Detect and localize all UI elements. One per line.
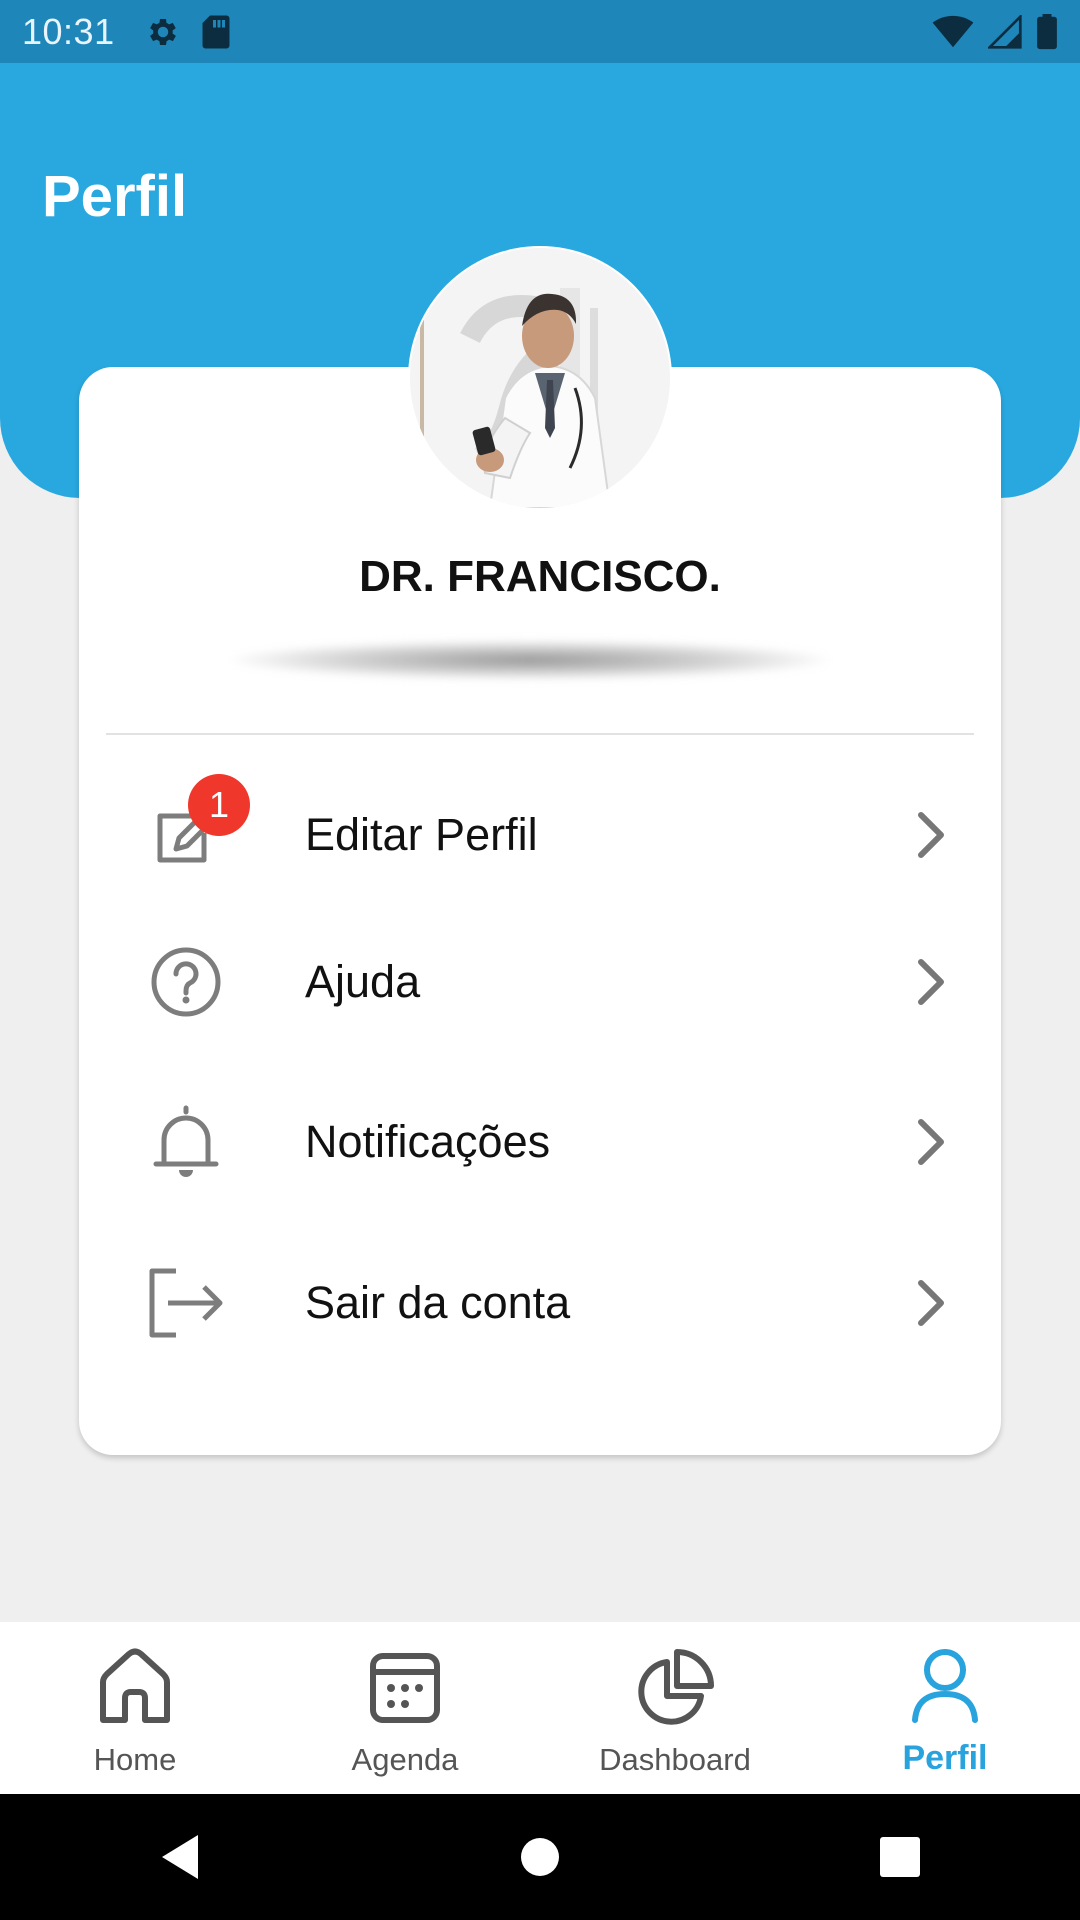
menu-item-sair-da-conta[interactable]: Sair da conta	[79, 1233, 1001, 1373]
chevron-right-icon	[918, 1280, 944, 1326]
bell-icon	[153, 1105, 219, 1177]
system-nav-bar	[0, 1794, 1080, 1920]
menu-item-label: Sair da conta	[305, 1277, 571, 1328]
status-time: 10:31	[22, 10, 115, 52]
profile-name: DR. FRANCISCO.	[359, 552, 721, 601]
redacted-subtitle	[230, 640, 830, 680]
system-back-button[interactable]	[120, 1797, 240, 1917]
status-bar: 10:31	[0, 0, 1080, 63]
user-icon	[912, 1649, 978, 1723]
nav-label: Agenda	[351, 1742, 459, 1777]
gear-icon	[149, 18, 176, 45]
chevron-right-icon	[918, 812, 944, 858]
nav-label: Dashboard	[599, 1742, 751, 1777]
logout-icon	[149, 1268, 223, 1338]
home-circle-icon	[521, 1838, 559, 1876]
nav-label: Home	[93, 1742, 177, 1777]
nav-item-home[interactable]: Home	[0, 1622, 270, 1794]
calendar-icon	[370, 1653, 440, 1723]
screen: 10:31 Perfil DR. FRANCISCO. Editar Perfi…	[0, 0, 1080, 1920]
wifi-icon	[932, 15, 974, 47]
notification-badge: 1	[188, 774, 250, 836]
pie-chart-icon	[638, 1649, 714, 1725]
recents-icon	[880, 1837, 920, 1877]
bottom-nav: Home Agenda Dashboard Perfil	[0, 1622, 1080, 1794]
chevron-right-icon	[918, 1119, 944, 1165]
system-home-button[interactable]	[480, 1797, 600, 1917]
home-icon	[100, 1648, 170, 1723]
sd-card-icon	[202, 15, 230, 48]
nav-item-perfil[interactable]: Perfil	[810, 1622, 1080, 1794]
nav-label: Perfil	[902, 1739, 988, 1777]
divider	[106, 733, 974, 735]
menu-item-label: Ajuda	[305, 956, 421, 1007]
cell-signal-icon	[988, 14, 1022, 49]
menu-item-label: Editar Perfil	[305, 809, 538, 860]
page-title: Perfil	[42, 164, 188, 229]
back-icon	[162, 1835, 198, 1879]
menu-item-label: Notificações	[305, 1116, 551, 1167]
help-icon	[151, 947, 221, 1017]
avatar[interactable]	[410, 248, 670, 508]
menu-item-ajuda[interactable]: Ajuda	[79, 912, 1001, 1052]
battery-icon	[1037, 13, 1057, 49]
nav-item-agenda[interactable]: Agenda	[270, 1622, 540, 1794]
nav-item-dashboard[interactable]: Dashboard	[540, 1622, 810, 1794]
doctor-photo	[410, 248, 670, 508]
menu-item-notificacoes[interactable]: Notificações	[79, 1072, 1001, 1212]
chevron-right-icon	[918, 959, 944, 1005]
system-recents-button[interactable]	[840, 1797, 960, 1917]
